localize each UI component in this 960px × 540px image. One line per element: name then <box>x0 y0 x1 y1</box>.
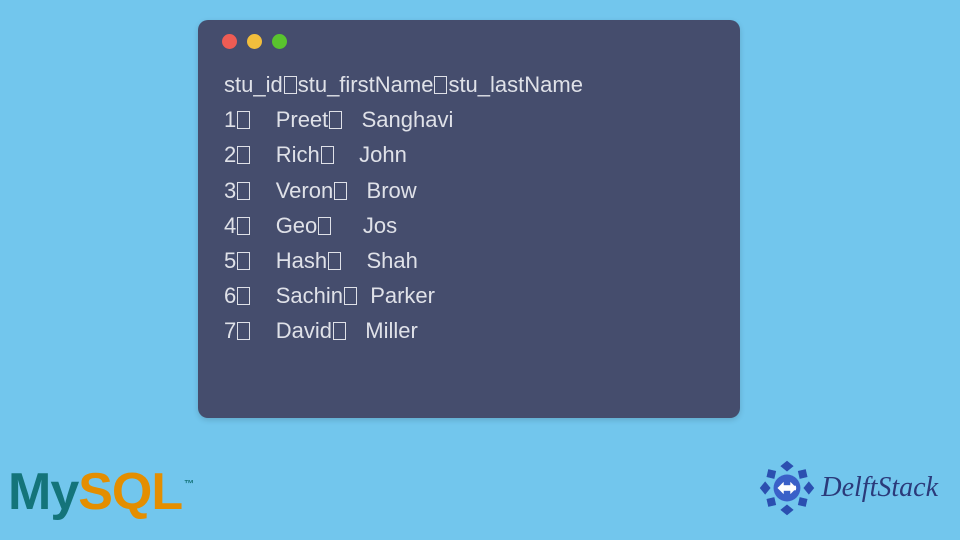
mysql-logo-sql: SQL <box>78 463 182 521</box>
minimize-icon[interactable] <box>247 34 262 49</box>
table-row: 2 Rich John <box>224 142 407 167</box>
maximize-icon[interactable] <box>272 34 287 49</box>
delftstack-label: DelftStack <box>821 472 938 504</box>
mysql-logo: MySQL™ <box>8 462 194 522</box>
terminal-output: stu_idstu_firstNamestu_lastName 1 Preet … <box>216 67 722 349</box>
table-row: 4 Geo Jos <box>224 213 397 238</box>
table-row: 7 David Miller <box>224 318 418 343</box>
table-row: 5 Hash Shah <box>224 248 418 273</box>
delftstack-logo: DelftStack <box>759 460 938 516</box>
mysql-logo-my: My <box>8 463 78 521</box>
delftstack-icon <box>759 460 815 516</box>
table-row: 1 Preet Sanghavi <box>224 107 453 132</box>
close-icon[interactable] <box>222 34 237 49</box>
window-controls <box>222 34 722 49</box>
table-row: 3 Veron Brow <box>224 178 417 203</box>
terminal-window: stu_idstu_firstNamestu_lastName 1 Preet … <box>198 20 740 418</box>
table-row: 6 Sachin Parker <box>224 283 435 308</box>
mysql-logo-tm: ™ <box>184 479 194 490</box>
table-header: stu_idstu_firstNamestu_lastName <box>224 72 583 97</box>
